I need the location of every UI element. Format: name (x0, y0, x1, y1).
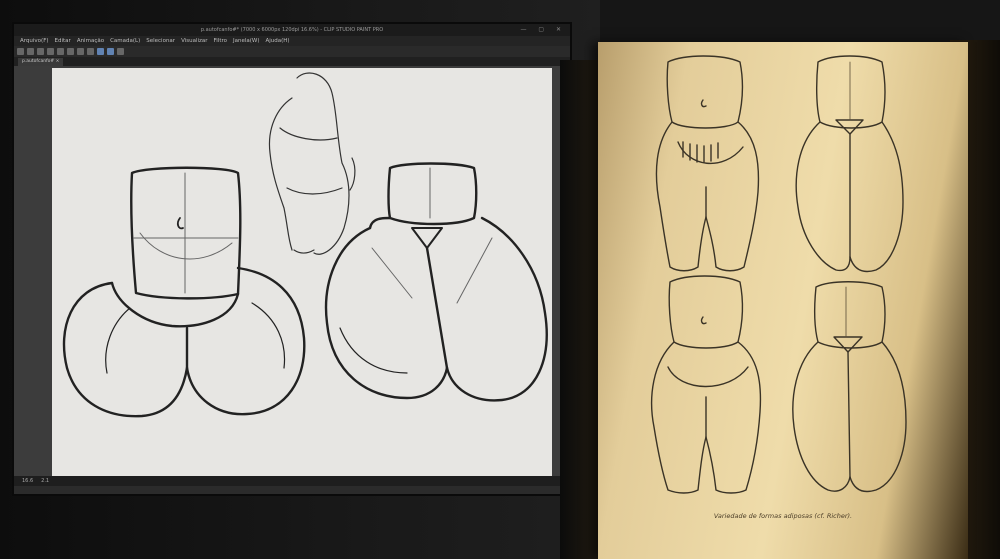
title-bar: p.autofcanfo#* (7000 x 6000px 120dpi 16.… (14, 24, 570, 36)
menu-bar: Arquivo(F) Editar Animação Camada(L) Sel… (14, 36, 570, 46)
open-icon[interactable] (27, 48, 34, 55)
redo-icon[interactable] (57, 48, 64, 55)
menu-filtro[interactable]: Filtro (214, 38, 227, 44)
menu-ajuda[interactable]: Ajuda(H) (266, 38, 290, 44)
status-bar: 16.6 2.1 (14, 476, 570, 486)
menu-animacao[interactable]: Animação (77, 38, 104, 44)
book-page: Variedade de formas adiposas (cf. Richer… (598, 42, 968, 559)
menu-selecionar[interactable]: Selecionar (146, 38, 175, 44)
drawing-canvas[interactable] (52, 68, 552, 476)
rotation-angle[interactable]: 2.1 (41, 478, 49, 484)
menu-camada[interactable]: Camada(L) (110, 38, 140, 44)
new-icon[interactable] (17, 48, 24, 55)
window-controls[interactable]: — ▢ ✕ (520, 24, 566, 36)
fill-icon[interactable] (77, 48, 84, 55)
eraser-icon[interactable] (107, 48, 114, 55)
zoom-level[interactable]: 16.6 (22, 478, 33, 484)
book-caption: Variedade de formas adiposas (cf. Richer… (713, 512, 853, 520)
document-tab-bar: p.autofcanfo# × (14, 57, 570, 66)
sketch-drawing (62, 72, 548, 418)
select-icon[interactable] (87, 48, 94, 55)
book-illustrations (651, 55, 907, 494)
undo-icon[interactable] (47, 48, 54, 55)
menu-editar[interactable]: Editar (55, 38, 71, 44)
menu-arquivo[interactable]: Arquivo(F) (20, 38, 49, 44)
menu-visualizar[interactable]: Visualizar (181, 38, 207, 44)
save-icon[interactable] (37, 48, 44, 55)
window-title: p.autofcanfo#* (7000 x 6000px 120dpi 16.… (200, 27, 384, 33)
ruler-icon[interactable] (117, 48, 124, 55)
menu-janela[interactable]: Janela(W) (233, 38, 260, 44)
document-tab[interactable]: p.autofcanfo# × (18, 58, 64, 66)
pen-icon[interactable] (97, 48, 104, 55)
transform-icon[interactable] (67, 48, 74, 55)
command-bar (14, 46, 570, 57)
